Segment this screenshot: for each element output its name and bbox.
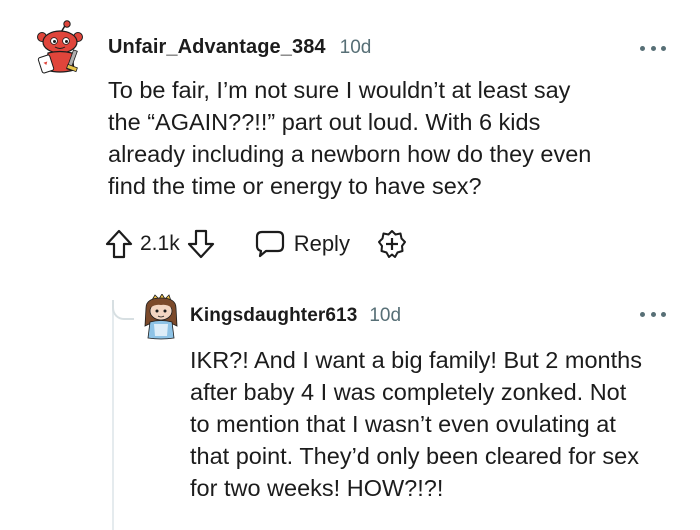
award-button[interactable] bbox=[376, 228, 408, 260]
downvote-button[interactable] bbox=[186, 228, 216, 260]
speech-bubble-icon bbox=[255, 230, 284, 258]
avatar[interactable] bbox=[32, 20, 88, 76]
comment-actions: 2.1k Reply bbox=[104, 225, 408, 263]
reply-button[interactable]: Reply bbox=[254, 229, 350, 259]
upvote-arrow-icon bbox=[105, 229, 133, 259]
upvote-button[interactable] bbox=[104, 228, 134, 260]
comment-body: IKR?! And I want a big family! But 2 mon… bbox=[190, 347, 642, 501]
comment-meta: Unfair_Advantage_384 10d bbox=[108, 36, 371, 59]
downvote-arrow-icon bbox=[187, 229, 214, 259]
comment-age[interactable]: 10d bbox=[340, 37, 372, 59]
username[interactable]: Unfair_Advantage_384 bbox=[108, 36, 326, 59]
snoo-avatar-icon bbox=[37, 20, 83, 74]
ellipsis-icon bbox=[640, 311, 645, 317]
avatar[interactable] bbox=[140, 293, 182, 340]
comment-age[interactable]: 10d bbox=[369, 305, 401, 327]
comment-body: To be fair, I’m not sure I wouldn’t at l… bbox=[108, 77, 592, 199]
more-options-button[interactable] bbox=[640, 308, 666, 320]
comment: Unfair_Advantage_384 10d To be fair, I’m… bbox=[0, 0, 700, 290]
more-options-button[interactable] bbox=[640, 42, 666, 54]
vote-count: 2.1k bbox=[140, 232, 180, 255]
snoo-avatar-icon bbox=[144, 293, 178, 340]
award-plus-icon bbox=[377, 230, 406, 258]
username[interactable]: Kingsdaughter613 bbox=[190, 305, 357, 327]
ellipsis-icon bbox=[640, 45, 645, 51]
reply-label: Reply bbox=[293, 231, 350, 256]
comment-meta: Kingsdaughter613 10d bbox=[190, 305, 401, 327]
comment-thread: Unfair_Advantage_384 10d To be fair, I’m… bbox=[0, 0, 700, 530]
